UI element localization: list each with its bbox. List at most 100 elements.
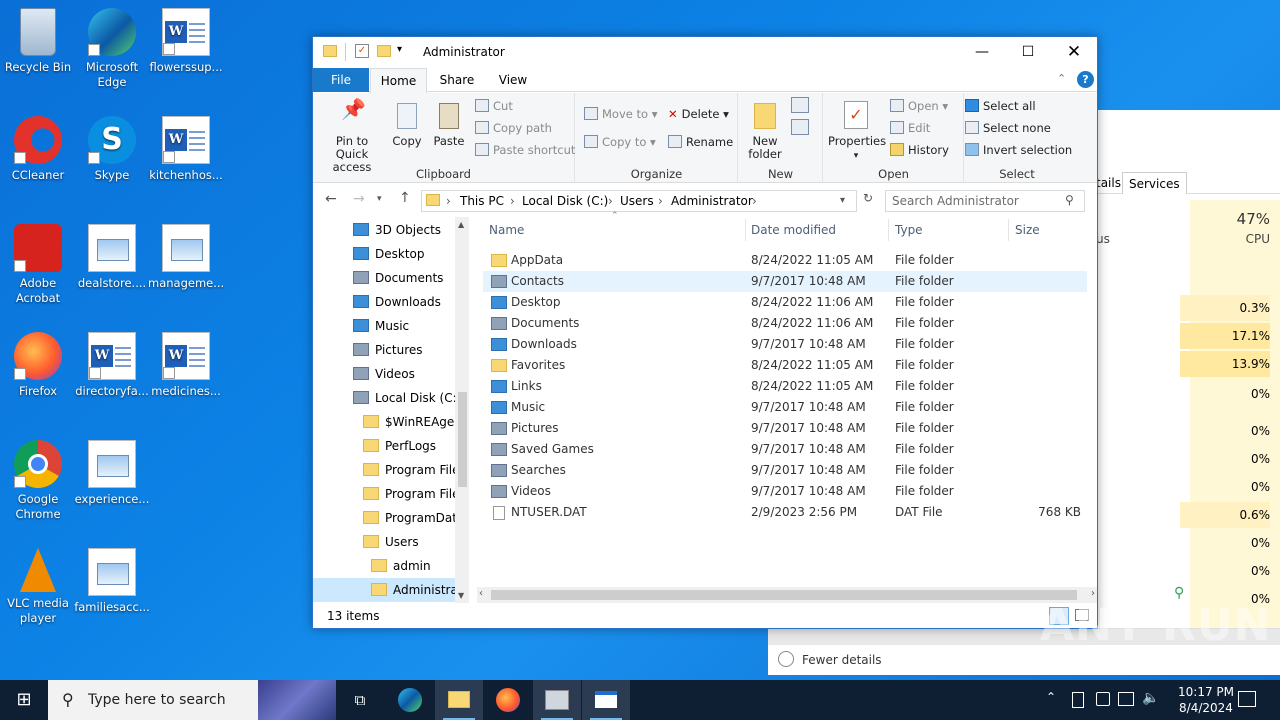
desktop-icon-kitchenhos[interactable]: Wkitchenhos... [148,116,224,183]
easy-access-icon[interactable] [791,119,809,135]
column-date-modified[interactable]: Date modified [751,223,836,237]
file-row[interactable]: Videos 9/7/2017 10:48 AM File folder [483,481,1087,502]
desktop-icon-vlc-media-player[interactable]: VLC media player [0,548,76,626]
paste-button[interactable]: Paste [431,103,467,148]
desktop-icon-familiesacc[interactable]: familiesacc... [74,548,150,615]
chevron-up-icon[interactable]: ⌃ [1046,690,1056,704]
breadcrumb-this-pc[interactable]: This PC [460,191,504,211]
back-arrow-icon[interactable]: ← [325,191,337,207]
file-row[interactable]: Contacts 9/7/2017 10:48 AM File folder [483,271,1087,292]
copy-path-button[interactable]: Copy path [475,121,552,135]
scroll-up-icon[interactable]: ▲ [458,220,464,229]
fewer-details-link[interactable]: Fewer details [802,653,882,667]
properties-quick-icon[interactable]: ✓ [355,44,369,58]
chevron-up-icon[interactable] [778,651,794,667]
taskbar-app-window[interactable] [582,680,630,720]
file-row[interactable]: Favorites 8/24/2022 11:05 AM File folder [483,355,1087,376]
cpu-column-header[interactable]: CPU [1246,232,1270,246]
open-button[interactable]: Open ▾ [890,99,948,113]
taskbar-search[interactable]: ⚲ Type here to search [48,680,336,720]
file-row[interactable]: Links 8/24/2022 11:05 AM File folder [483,376,1087,397]
address-dropdown-icon[interactable]: ▾ [840,191,845,211]
desktop-icon-dealstore[interactable]: dealstore.... [74,224,150,291]
desktop-icon-firefox[interactable]: Firefox [0,332,76,399]
nav-item[interactable]: Program Files [313,458,455,482]
new-folder-quick-icon[interactable] [377,45,391,57]
nav-item[interactable]: Program Files (x86) [313,482,455,506]
desktop-icon-experience[interactable]: experience... [74,440,150,507]
desktop-icon-recycle-bin[interactable]: Recycle Bin [0,8,76,75]
desktop-icon-adobe-acrobat[interactable]: Adobe Acrobat [0,224,76,306]
file-row[interactable]: Documents 8/24/2022 11:06 AM File folder [483,313,1087,334]
close-button[interactable]: ✕ [1051,37,1097,67]
refresh-icon[interactable]: ↻ [858,191,878,211]
breadcrumb-users[interactable]: Users [620,191,654,211]
rename-button[interactable]: Rename [668,135,733,149]
file-row[interactable]: Downloads 9/7/2017 10:48 AM File folder [483,334,1087,355]
nav-item[interactable]: Pictures [313,338,455,362]
file-list-scroll-thumb[interactable] [491,590,1077,600]
tab-details[interactable]: tails [1096,176,1121,190]
column-size[interactable]: Size [1015,223,1040,237]
forward-arrow-icon[interactable]: → [353,191,365,207]
collapse-ribbon-icon[interactable]: ⌃ [1057,72,1066,85]
cut-button[interactable]: Cut [475,99,513,113]
tab-services[interactable]: Services [1122,172,1187,194]
paste-shortcut-button[interactable]: Paste shortcut [475,143,575,157]
nav-item[interactable]: Music [313,314,455,338]
desktop-icon-manageme[interactable]: manageme... [148,224,224,291]
file-row[interactable]: Searches 9/7/2017 10:48 AM File folder [483,460,1087,481]
properties-button[interactable]: ✓ Properties ▾ [828,101,886,163]
column-name[interactable]: Name [489,223,524,237]
history-button[interactable]: History [890,143,949,157]
copy-to-button[interactable]: Copy to ▾ [584,135,656,149]
volume-icon[interactable]: 🔈 [1142,690,1159,706]
help-icon[interactable]: ? [1077,71,1094,88]
desktop-icon-google-chrome[interactable]: Google Chrome [0,440,76,522]
file-row[interactable]: Pictures 9/7/2017 10:48 AM File folder [483,418,1087,439]
taskbar-edge[interactable] [386,680,434,720]
nav-item[interactable]: Documents [313,266,455,290]
scroll-down-icon[interactable]: ▼ [458,591,464,600]
file-row[interactable]: NTUSER.DAT 2/9/2023 2:56 PM DAT File 768 KB [483,502,1087,523]
up-arrow-icon[interactable]: ↑ [399,190,411,206]
nav-item[interactable]: ProgramData [313,506,455,530]
nav-item[interactable]: Downloads [313,290,455,314]
new-folder-button[interactable]: New folder [745,103,785,161]
move-to-button[interactable]: Move to ▾ [584,107,657,121]
select-none-button[interactable]: Select none [965,121,1051,135]
navigation-scroll-thumb[interactable] [458,392,467,487]
notifications-icon[interactable] [1238,691,1256,707]
select-all-button[interactable]: Select all [965,99,1036,113]
tab-share[interactable]: Share [435,68,479,92]
recent-locations-icon[interactable]: ▾ [377,194,382,204]
file-row[interactable]: Saved Games 9/7/2017 10:48 AM File folder [483,439,1087,460]
address-bar[interactable]: › This PC › Local Disk (C:) › Users › Ad… [421,190,857,212]
scroll-left-icon[interactable]: ‹ [479,588,483,599]
maximize-button[interactable]: ☐ [1005,37,1051,67]
status-column-header[interactable]: us [1096,232,1110,246]
new-item-icon[interactable] [791,97,809,113]
nav-item[interactable]: admin [313,554,455,578]
desktop-icon-skype[interactable]: S Skype [74,116,150,183]
delete-button[interactable]: ✕ Delete ▾ [668,107,729,121]
column-type[interactable]: Type [895,223,923,237]
battery-icon[interactable] [1072,692,1084,708]
search-input[interactable]: Search Administrator [885,190,1085,212]
nav-item[interactable]: $WinREAgent [313,410,455,434]
task-view-icon[interactable]: ⧉ [336,680,384,720]
file-row[interactable]: AppData 8/24/2022 11:05 AM File folder [483,250,1087,271]
taskbar-task-manager[interactable] [533,680,581,720]
nav-item[interactable]: Videos [313,362,455,386]
nav-item[interactable]: Administrator [313,578,455,602]
breadcrumb-local-disk[interactable]: Local Disk (C:) [522,191,608,211]
file-row[interactable]: Desktop 8/24/2022 11:06 AM File folder [483,292,1087,313]
tab-file[interactable]: File [313,68,369,92]
minimize-button[interactable]: — [959,37,1005,67]
tab-home[interactable]: Home [370,68,427,93]
chevron-down-icon[interactable]: ▾ [397,44,402,55]
desktop-icon-ccleaner[interactable]: CCleaner [0,116,76,183]
taskbar-firefox[interactable] [484,680,532,720]
nav-item[interactable]: 3D Objects [313,218,455,242]
device-icon[interactable] [1096,692,1110,706]
